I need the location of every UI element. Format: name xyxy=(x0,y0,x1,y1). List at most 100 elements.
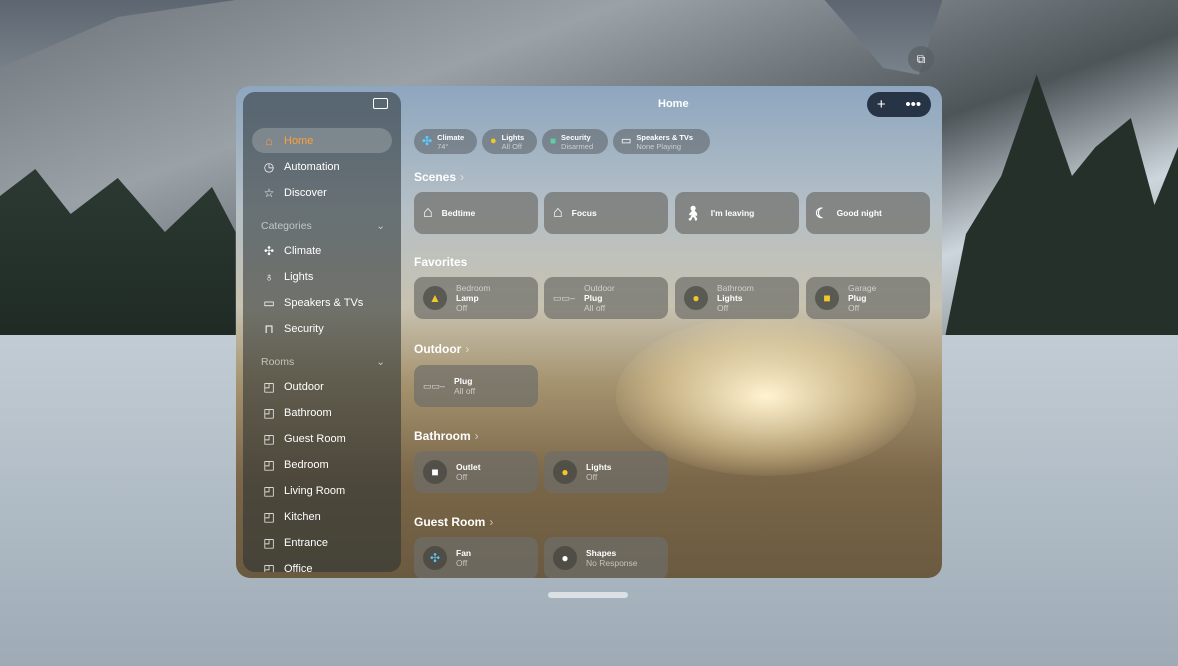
label: Automation xyxy=(284,161,340,173)
accessory-tile[interactable]: ▭▭–OutdoorPlugAll off xyxy=(544,277,668,319)
label: Bedroom xyxy=(284,459,329,471)
accessory-tile[interactable]: ●BathroomLightsOff xyxy=(675,277,799,319)
label: Home xyxy=(284,135,313,147)
label: Climate xyxy=(437,133,464,142)
accessory-tile[interactable]: ▭▭–PlugAll off xyxy=(414,365,538,407)
name: Lights xyxy=(717,293,754,303)
moon-icon: ☾ xyxy=(815,208,828,218)
status-lights[interactable]: ●LightsAll Off xyxy=(482,129,537,154)
status-speakers[interactable]: ▭Speakers & TVsNone Playing xyxy=(613,129,710,154)
label: Kitchen xyxy=(284,511,321,523)
label: I'm leaving xyxy=(711,208,755,218)
sidebar-item-speakers[interactable]: ▭Speakers & TVs xyxy=(252,290,392,315)
more-button[interactable]: ••• xyxy=(905,96,921,113)
scene-tile[interactable]: ⌂Bedtime xyxy=(414,192,538,234)
sidebar-item-security[interactable]: ⊓Security xyxy=(252,316,392,341)
sidebar-item-room[interactable]: ◰Kitchen xyxy=(252,504,392,529)
walking-icon: 🚶︎ xyxy=(684,208,702,218)
sidebar-item-home[interactable]: ⌂ Home xyxy=(252,128,392,153)
section-guest-room[interactable]: Guest Room › xyxy=(414,515,493,529)
room: Bedroom xyxy=(456,283,491,293)
sidebar-item-lights[interactable]: ♁Lights xyxy=(252,264,392,289)
label: Categories xyxy=(261,220,312,232)
chevron-right-icon: › xyxy=(489,515,493,529)
lamp-icon: ▲ xyxy=(423,286,447,310)
house-icon: ⌂ xyxy=(423,208,433,218)
label: Rooms xyxy=(261,356,294,368)
state: Off xyxy=(456,303,491,313)
section-bathroom[interactable]: Bathroom › xyxy=(414,429,479,443)
label: Security xyxy=(561,133,593,142)
tv-speaker-icon: ▭ xyxy=(262,296,276,310)
chevron-right-icon: › xyxy=(475,429,479,443)
accessory-tile[interactable]: ■OutletOff xyxy=(414,451,538,493)
categories-header[interactable]: Categories ⌄ xyxy=(261,220,385,232)
status-climate[interactable]: ✣ Climate74° xyxy=(414,129,477,154)
star-icon: ☆ xyxy=(262,186,276,200)
room-icon: ◰ xyxy=(262,562,276,573)
scene-tile[interactable]: ☾ Good night xyxy=(806,192,930,234)
room: Garage xyxy=(848,283,876,293)
page-title: Home xyxy=(658,98,689,110)
add-button[interactable]: + xyxy=(877,96,886,113)
chevron-down-icon: ⌄ xyxy=(376,220,385,232)
accessory-tile[interactable]: ■GaragePlugOff xyxy=(806,277,930,319)
label: Lights xyxy=(284,271,313,283)
section-scenes[interactable]: Scenes› xyxy=(414,170,464,184)
room-icon: ◰ xyxy=(262,484,276,498)
status-security[interactable]: ■SecurityDisarmed xyxy=(542,129,608,154)
accessory-tile[interactable]: ✣FanOff xyxy=(414,537,538,578)
label: Speakers & TVs xyxy=(636,133,693,142)
sidebar-item-room[interactable]: ◰Office xyxy=(252,556,392,572)
label: Security xyxy=(284,323,324,335)
sidebar-item-room[interactable]: ◰Bathroom xyxy=(252,400,392,425)
room: Outdoor xyxy=(584,283,615,293)
state: Off xyxy=(586,472,612,482)
chevron-down-icon: ⌄ xyxy=(376,356,385,368)
fan-icon: ✣ xyxy=(262,244,276,258)
label: Bathroom xyxy=(284,407,332,419)
room: Bathroom xyxy=(717,283,754,293)
accessory-tile[interactable]: ▲BedroomLampOff xyxy=(414,277,538,319)
scene-tile[interactable]: 🚶︎ I'm leaving xyxy=(675,192,799,234)
label: Lights xyxy=(502,133,525,142)
value: 74° xyxy=(437,142,464,151)
lightbulb-icon: ● xyxy=(553,546,577,570)
name: Shapes xyxy=(586,548,638,558)
label: Good night xyxy=(837,208,882,218)
sidebar-item-room[interactable]: ◰Entrance xyxy=(252,530,392,555)
sidebar-item-room[interactable]: ◰Bedroom xyxy=(252,452,392,477)
power-strip-icon: ▭▭– xyxy=(553,293,575,303)
house-icon: ⌂ xyxy=(262,134,276,148)
label: Guest Room xyxy=(414,515,485,529)
section-favorites: Favorites xyxy=(414,255,467,269)
label: Entrance xyxy=(284,537,328,549)
accessory-tile[interactable]: ●LightsOff xyxy=(544,451,668,493)
scene-tile[interactable]: ⌂ Focus xyxy=(544,192,668,234)
sidebar-item-discover[interactable]: ☆Discover xyxy=(252,180,392,205)
lightbulb-icon: ● xyxy=(684,286,708,310)
sidebar-item-climate[interactable]: ✣Climate xyxy=(252,238,392,263)
accessory-tile[interactable]: ●ShapesNo Response xyxy=(544,537,668,578)
window-control-button[interactable]: ⧉ xyxy=(908,46,934,72)
label: Focus xyxy=(572,208,597,218)
label: Guest Room xyxy=(284,433,346,445)
sidebar-item-room[interactable]: ◰Guest Room xyxy=(252,426,392,451)
sidebar-item-room[interactable]: ◰ Outdoor xyxy=(252,374,392,399)
sidebar-toggle-icon[interactable] xyxy=(373,98,388,109)
section-outdoor[interactable]: Outdoor› xyxy=(414,342,469,356)
sidebar-item-room[interactable]: ◰Living Room xyxy=(252,478,392,503)
label: Outdoor xyxy=(284,381,324,393)
house-icon: ⌂ xyxy=(553,208,563,218)
room-icon: ◰ xyxy=(262,380,276,394)
label: Bathroom xyxy=(414,429,471,443)
rooms-header[interactable]: Rooms ⌄ xyxy=(261,356,385,368)
value: Disarmed xyxy=(561,142,593,151)
label: Scenes xyxy=(414,170,456,184)
sidebar-item-automation[interactable]: ◷Automation xyxy=(252,154,392,179)
window-grab-bar[interactable] xyxy=(548,592,628,598)
fan-icon: ✣ xyxy=(422,137,432,146)
sidebar: ⌂Home ◷Automation ☆Discover Categories⌄ … xyxy=(243,92,401,572)
label: Outdoor xyxy=(414,342,461,356)
state: All off xyxy=(584,303,615,313)
